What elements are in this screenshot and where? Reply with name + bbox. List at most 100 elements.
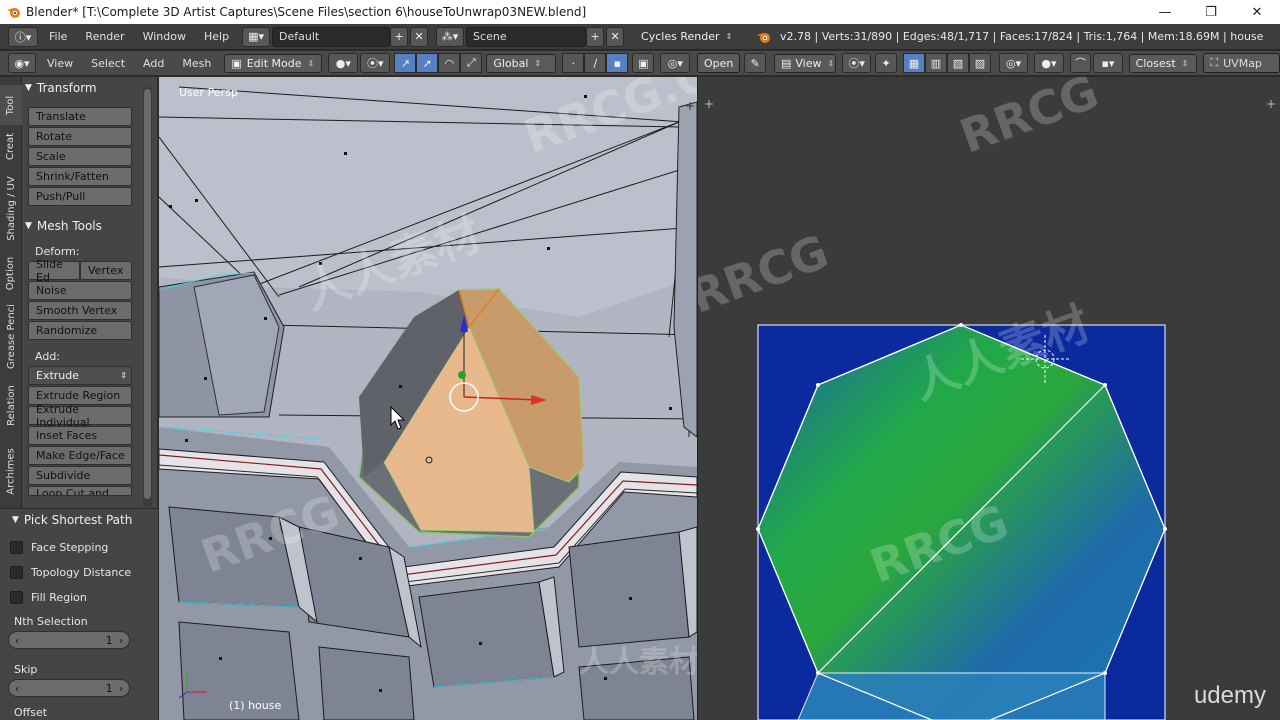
uv-vertex-select-icon[interactable]: ▦ [902,53,925,73]
viewport-shading-icon[interactable]: ●▾ [328,53,359,73]
edge-select-icon[interactable]: / [584,53,607,73]
fill-region-option[interactable]: Fill Region [0,585,158,610]
decrement-arrow-icon[interactable]: ‹ [15,634,19,647]
skip-field[interactable]: ‹ 1 › [8,679,130,697]
topology-distance-checkbox[interactable] [10,566,23,579]
menu-file[interactable]: File [40,30,76,43]
close-button[interactable]: ✕ [1234,0,1280,24]
mesh-wireframe [159,77,697,720]
uv-island-select-icon[interactable]: ▨ [968,53,991,73]
tab-grease-pencil[interactable]: Grease Penci [0,303,22,369]
mode-label: Edit Mode [246,56,302,70]
nth-selection-field[interactable]: ‹ 1 › [8,631,130,649]
menu-view[interactable]: View [38,57,82,70]
collapse-triangle-icon: ▼ [25,221,32,231]
manipulator-toggle-icon[interactable]: ↗ [394,53,417,73]
minimize-button[interactable]: — [1142,0,1188,24]
vertex-select-icon[interactable]: · [562,53,585,73]
tool-shelf-scrollbar[interactable] [144,89,151,499]
rotate-manipulator-icon[interactable]: ◠ [438,53,461,73]
uv-snap-toggle-icon[interactable]: ●▾ [1034,53,1064,73]
mode-dropdown[interactable]: ▣ Edit Mode [224,53,323,73]
tab-tool[interactable]: Tool [0,85,22,125]
add-scene-icon[interactable]: + [586,26,605,47]
tab-create[interactable]: Creat [0,125,22,167]
loop-cut-button[interactable]: Loop Cut and Slide [28,486,132,496]
push-pull-button[interactable]: Push/Pull [28,187,132,206]
scene-field[interactable]: Scene [466,26,587,47]
transform-panel-header[interactable]: ▼ Transform [25,77,137,99]
rotate-button[interactable]: Rotate [28,127,132,146]
properties-toggle-icon[interactable]: + [685,99,695,113]
3d-viewport[interactable]: User Persp (1) house + 人人素材 RRCG.CN RRCG… [159,77,697,720]
menu-window[interactable]: Window [134,30,195,43]
face-stepping-checkbox[interactable] [10,541,23,554]
remove-scene-icon[interactable]: ✕ [606,26,625,47]
menu-add[interactable]: Add [134,57,173,70]
uv-pivot-icon[interactable]: ⦿▾ [841,53,872,73]
properties-toggle-icon[interactable]: + [1266,97,1276,111]
randomize-button[interactable]: Randomize [28,321,132,340]
uv-proportional-icon[interactable]: ◎▾ [998,53,1029,73]
uvmap-field[interactable]: ⛶ UVMap [1203,53,1280,73]
mesh-tools-panel-header[interactable]: ▼ Mesh Tools [25,215,137,237]
extrude-individual-button[interactable]: Extrude Individual [28,403,132,429]
tool-panels: ▼ Transform Translate Rotate Scale Shrin… [25,77,137,497]
scale-manipulator-icon[interactable]: ⤢ [460,53,483,73]
3d-view-editor-icon[interactable]: ◉▾ [8,53,36,73]
tab-relations[interactable]: Relation [0,377,22,433]
tools-toggle-icon[interactable]: + [704,97,714,111]
shrink-fatten-button[interactable]: Shrink/Fatten [28,167,132,186]
menu-mesh[interactable]: Mesh [173,57,220,70]
scene-icon[interactable]: ⁂▾ [436,26,465,47]
snap-target-dropdown[interactable]: Closest [1128,53,1198,73]
uv-view-dropdown[interactable]: ▤ View [773,53,836,73]
tab-archimesh[interactable]: Archimes [0,441,22,501]
render-engine-dropdown[interactable]: Cycles Render [634,27,743,46]
translate-manipulator-icon[interactable]: ➚ [416,53,439,73]
screen-layout-icon[interactable]: ▦▾ [242,26,271,47]
uv-face-select-icon[interactable]: ▧ [946,53,969,73]
open-image-button[interactable]: Open [697,53,741,73]
menu-select[interactable]: Select [82,57,134,70]
increment-arrow-icon[interactable]: › [119,682,123,695]
layout-field[interactable]: Default [272,26,391,47]
add-layout-icon[interactable]: + [390,26,409,47]
extrude-dropdown[interactable]: Extrude ⇕ [28,366,132,385]
snap-element-icon[interactable]: ▪▾ [1093,53,1123,73]
tab-shading-uv[interactable]: Shading / UV [0,173,22,243]
maximize-button[interactable]: ❐ [1188,0,1234,24]
uv-image-editor[interactable]: + + RRCG RRCG 人人素材 RRCG udemy [697,77,1280,720]
proportional-edit-icon[interactable]: ◎▾ [660,53,691,73]
scale-button[interactable]: Scale [28,147,132,166]
orientation-dropdown[interactable]: Global [486,53,557,73]
face-stepping-option[interactable]: Face Stepping [0,535,158,560]
operator-panel-header[interactable]: ▼ Pick Shortest Path [0,509,158,531]
menu-help[interactable]: Help [195,30,238,43]
fill-region-checkbox[interactable] [10,591,23,604]
slide-edge-button[interactable]: Slide Ed [28,258,80,284]
sticky-select-icon[interactable]: ✦ [875,53,897,73]
topology-distance-option[interactable]: Topology Distance [0,560,158,585]
noise-button[interactable]: Noise [28,281,132,300]
editor-type-info-icon[interactable]: ⓘ▾ [8,26,38,47]
increment-arrow-icon[interactable]: › [119,634,123,647]
uv-edge-select-icon[interactable]: ▥ [924,53,947,73]
snap-magnet-icon[interactable]: ⌒ [1069,53,1092,73]
smooth-vertex-button[interactable]: Smooth Vertex [28,301,132,320]
face-select-icon[interactable]: ▪ [606,53,629,73]
occlude-geometry-icon[interactable]: ▣ [632,53,655,73]
uv-editor-header: Open ✎ ▤ View ⦿▾ ✦ ▦ ▥ ▧ ▨ ◎▾ ●▾ ⌒ ▪▾ Cl… [697,51,1280,76]
make-edge-face-button[interactable]: Make Edge/Face [28,446,132,465]
view-perspective-label: User Persp [179,86,238,99]
pin-icon[interactable]: ✎ [744,53,766,73]
subdivide-button[interactable]: Subdivide [28,466,132,485]
decrement-arrow-icon[interactable]: ‹ [15,682,19,695]
translate-button[interactable]: Translate [28,107,132,126]
menu-render[interactable]: Render [76,30,133,43]
slide-vertex-button[interactable]: Vertex [80,261,132,280]
pivot-point-icon[interactable]: ⦿▾ [360,53,391,73]
inset-faces-button[interactable]: Inset Faces [28,426,132,445]
remove-layout-icon[interactable]: ✕ [410,26,429,47]
tab-options[interactable]: Option [0,249,22,297]
